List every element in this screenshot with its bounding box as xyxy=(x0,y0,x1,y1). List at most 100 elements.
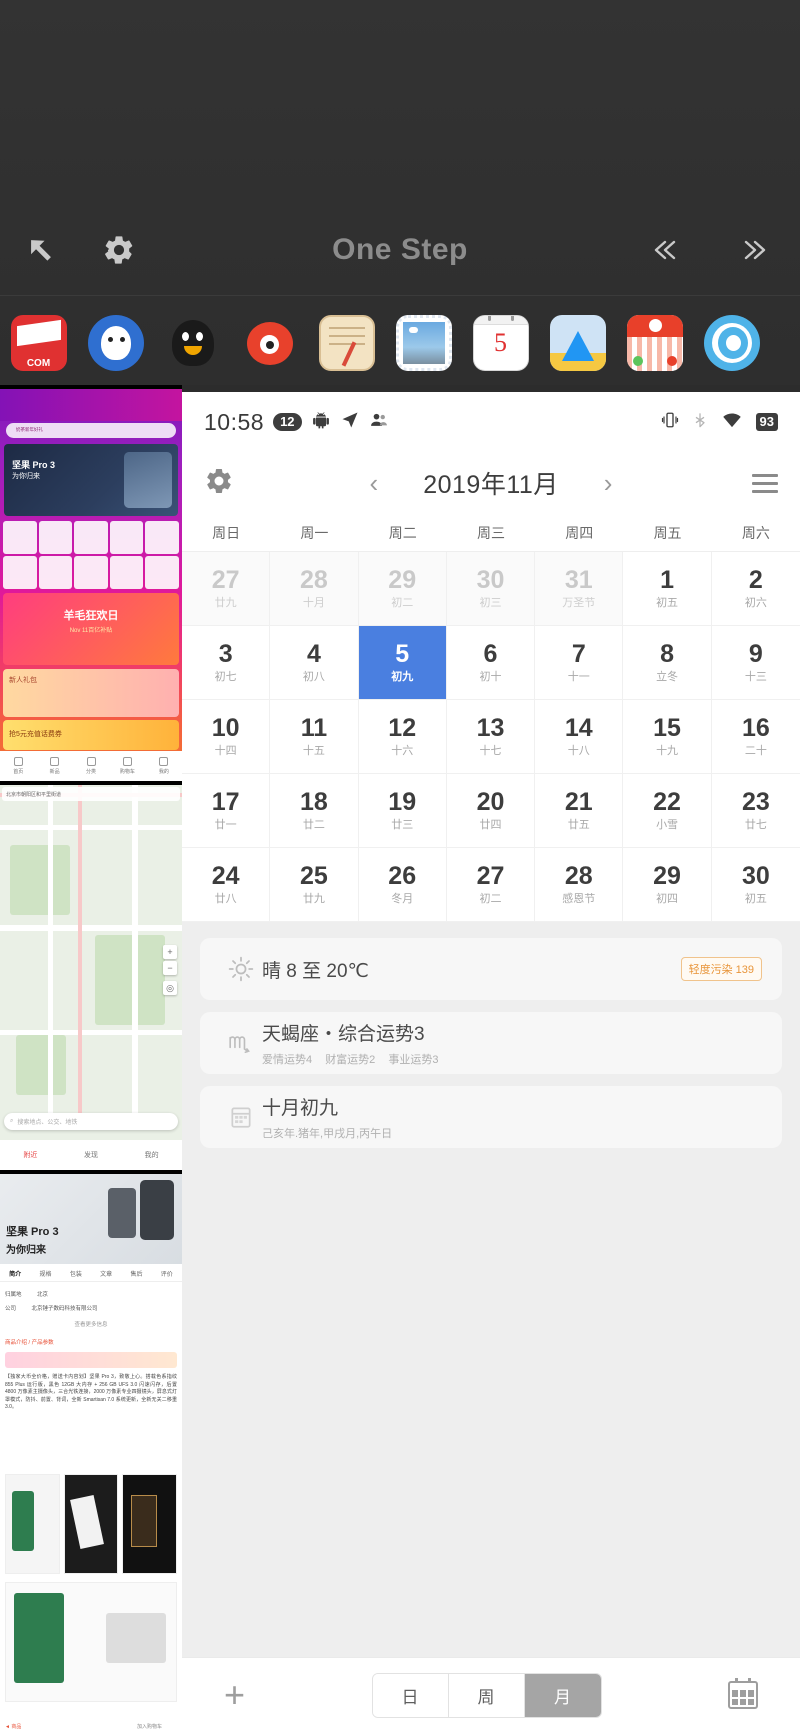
day-cell[interactable]: 22 小雪 xyxy=(623,774,712,848)
category-cell[interactable] xyxy=(145,521,179,554)
shopping-category-grid[interactable] xyxy=(3,521,179,589)
map-tab-nearby[interactable]: 附近 xyxy=(0,1150,61,1160)
category-cell[interactable] xyxy=(145,556,179,589)
day-cell[interactable]: 5 初九 xyxy=(358,626,447,700)
day-cell[interactable]: 14 十八 xyxy=(535,700,624,774)
gallery-thumb[interactable] xyxy=(63,1474,119,1574)
day-cell[interactable]: 31 万圣节 xyxy=(535,552,624,626)
chevron-left-icon[interactable]: ‹ xyxy=(370,468,379,499)
calendar-icon[interactable] xyxy=(728,1678,758,1709)
day-cell[interactable]: 4 初八 xyxy=(270,626,359,700)
dock-item-qq[interactable] xyxy=(154,315,231,371)
product-tab-intro[interactable]: 简介 xyxy=(0,1269,30,1278)
day-cell[interactable]: 26 冬月 xyxy=(358,848,447,922)
weather-card[interactable]: 晴 8 至 20℃ 轻度污染 139 xyxy=(200,938,782,1000)
shopping-tab-home[interactable]: 首页 xyxy=(0,757,36,775)
category-cell[interactable] xyxy=(3,521,37,554)
product-tab-reviews[interactable]: 评价 xyxy=(152,1269,182,1278)
dock-item-jd-com[interactable]: COM xyxy=(0,314,77,371)
day-cell[interactable]: 2 初六 xyxy=(711,552,800,626)
category-cell[interactable] xyxy=(109,556,144,589)
day-cell[interactable]: 10 十四 xyxy=(182,700,271,774)
product-tab-articles[interactable]: 文章 xyxy=(91,1269,121,1278)
day-cell[interactable]: 15 十九 xyxy=(623,700,712,774)
day-cell[interactable]: 13 十七 xyxy=(446,700,536,774)
category-cell[interactable] xyxy=(38,556,73,589)
recent-card-map[interactable]: 北京市朝阳区和平里街道 + − ◎ ⌕ 搜索地点、公交、地铁 附近 发现 我的 xyxy=(0,785,182,1170)
dock-item-weibo[interactable] xyxy=(231,315,308,371)
day-cell[interactable]: 24 廿八 xyxy=(182,848,271,922)
view-mode-month[interactable]: 月 xyxy=(524,1673,601,1717)
day-cell[interactable]: 9 十三 xyxy=(711,626,800,700)
day-cell[interactable]: 29 初四 xyxy=(623,848,712,922)
chevron-right-icon[interactable]: › xyxy=(604,468,613,499)
plus-icon[interactable]: + xyxy=(224,1677,245,1713)
shopping-promo-secondary[interactable]: 新人礼包 xyxy=(3,669,179,717)
gear-icon[interactable] xyxy=(102,233,136,267)
day-cell[interactable]: 17 廿一 xyxy=(182,774,271,848)
shopping-tabbar[interactable]: 首页 新品 分类 购物车 我的 xyxy=(0,751,182,781)
map-zoom-in-button[interactable]: + xyxy=(163,945,177,959)
arrow-up-left-icon[interactable] xyxy=(24,233,58,267)
category-cell[interactable] xyxy=(109,521,144,554)
shopping-promo-coupon[interactable]: 抢5元充值话费券 xyxy=(3,720,179,750)
gallery-thumb[interactable] xyxy=(5,1474,60,1574)
shopping-tab-mine[interactable]: 我的 xyxy=(146,757,182,775)
map-tab-discover[interactable]: 发现 xyxy=(61,1150,122,1160)
shopping-tab-category[interactable]: 分类 xyxy=(73,757,109,775)
day-cell[interactable]: 28 十月 xyxy=(270,552,359,626)
day-cell[interactable]: 21 廿五 xyxy=(535,774,624,848)
map-search-bar[interactable]: ⌕ 搜索地点、公交、地铁 xyxy=(4,1113,178,1130)
day-cell[interactable]: 18 廿二 xyxy=(270,774,359,848)
dock-item-notes[interactable] xyxy=(308,314,385,371)
shopping-promo-main[interactable]: 羊毛狂欢日 Nov 11百亿补贴 xyxy=(3,593,179,665)
dock-item-jd-dog[interactable] xyxy=(77,314,154,371)
day-cell[interactable]: 30 初三 xyxy=(446,552,536,626)
day-cell[interactable]: 23 廿七 xyxy=(711,774,800,848)
category-cell[interactable] xyxy=(74,556,108,589)
day-cell[interactable]: 12 十六 xyxy=(358,700,447,774)
category-cell[interactable] xyxy=(38,521,73,554)
dock-item-photos[interactable] xyxy=(385,314,462,371)
day-cell[interactable]: 30 初五 xyxy=(711,848,800,922)
category-cell[interactable] xyxy=(74,521,108,554)
view-mode-week[interactable]: 周 xyxy=(448,1673,525,1717)
map-tab-mine[interactable]: 我的 xyxy=(121,1150,182,1160)
day-cell[interactable]: 28 感恩节 xyxy=(535,848,624,922)
product-more-link[interactable]: 查看更多信息 xyxy=(5,1320,177,1328)
product-tab-service[interactable]: 售后 xyxy=(121,1269,151,1278)
hamburger-menu-icon[interactable] xyxy=(752,473,778,493)
product-tab-package[interactable]: 包装 xyxy=(61,1269,91,1278)
map-zoom-out-button[interactable]: − xyxy=(163,961,177,975)
horoscope-card[interactable]: 天蝎座・综合运势3 爱情运势4 财富运势2 事业运势3 xyxy=(200,1012,782,1074)
view-mode-segmented-control[interactable]: 日周月 xyxy=(371,1672,602,1718)
shopping-banner[interactable]: 坚果 Pro 3 为你归来 xyxy=(4,444,178,516)
category-cell[interactable] xyxy=(3,556,37,589)
shopping-tab-cart[interactable]: 购物车 xyxy=(109,757,145,775)
day-cell[interactable]: 27 廿九 xyxy=(182,552,271,626)
product-gallery[interactable] xyxy=(5,1474,178,1574)
shopping-tab-new[interactable]: 新品 xyxy=(36,757,72,775)
day-cell[interactable]: 19 廿三 xyxy=(358,774,447,848)
day-cell[interactable]: 6 初十 xyxy=(446,626,536,700)
product-tabbar[interactable]: 简介 规格 包装 文章 售后 评价 xyxy=(0,1266,182,1282)
day-cell[interactable]: 11 十五 xyxy=(270,700,359,774)
double-chevron-left-icon[interactable] xyxy=(650,235,686,265)
day-cell[interactable]: 27 初二 xyxy=(446,848,536,922)
recent-card-product[interactable]: 坚果 Pro 3 为你归来 简介 规格 包装 文章 售后 评价 归属地 北京 公… xyxy=(0,1174,182,1732)
day-cell[interactable]: 3 初七 xyxy=(182,626,271,700)
lunar-card[interactable]: 十月初九 己亥年.猪年,甲戌月,丙午日 xyxy=(200,1086,782,1148)
dock-item-browser[interactable] xyxy=(693,314,770,371)
day-cell[interactable]: 29 初二 xyxy=(358,552,447,626)
dock-item-calendar[interactable]: 5 xyxy=(462,314,539,371)
day-cell[interactable]: 1 初五 xyxy=(623,552,712,626)
double-chevron-right-icon[interactable] xyxy=(734,235,770,265)
month-grid[interactable]: 27 廿九 28 十月 29 初二 30 初三 31 万圣节 1 初五 2 初六 3 初七 4 初八 5 初九 6 初十 7… xyxy=(182,552,800,922)
day-cell[interactable]: 25 廿九 xyxy=(270,848,359,922)
gallery-thumb[interactable] xyxy=(122,1474,178,1574)
gear-icon[interactable] xyxy=(204,466,234,501)
map-locate-button[interactable]: ◎ xyxy=(163,981,177,995)
map-tabbar[interactable]: 附近 发现 我的 xyxy=(0,1140,182,1170)
product-tab-specs[interactable]: 规格 xyxy=(30,1269,60,1278)
recent-card-shopping[interactable]: 奶茶新年好礼 坚果 Pro 3 为你归来 羊毛狂欢日 Nov 11百亿补贴 新人… xyxy=(0,389,182,781)
